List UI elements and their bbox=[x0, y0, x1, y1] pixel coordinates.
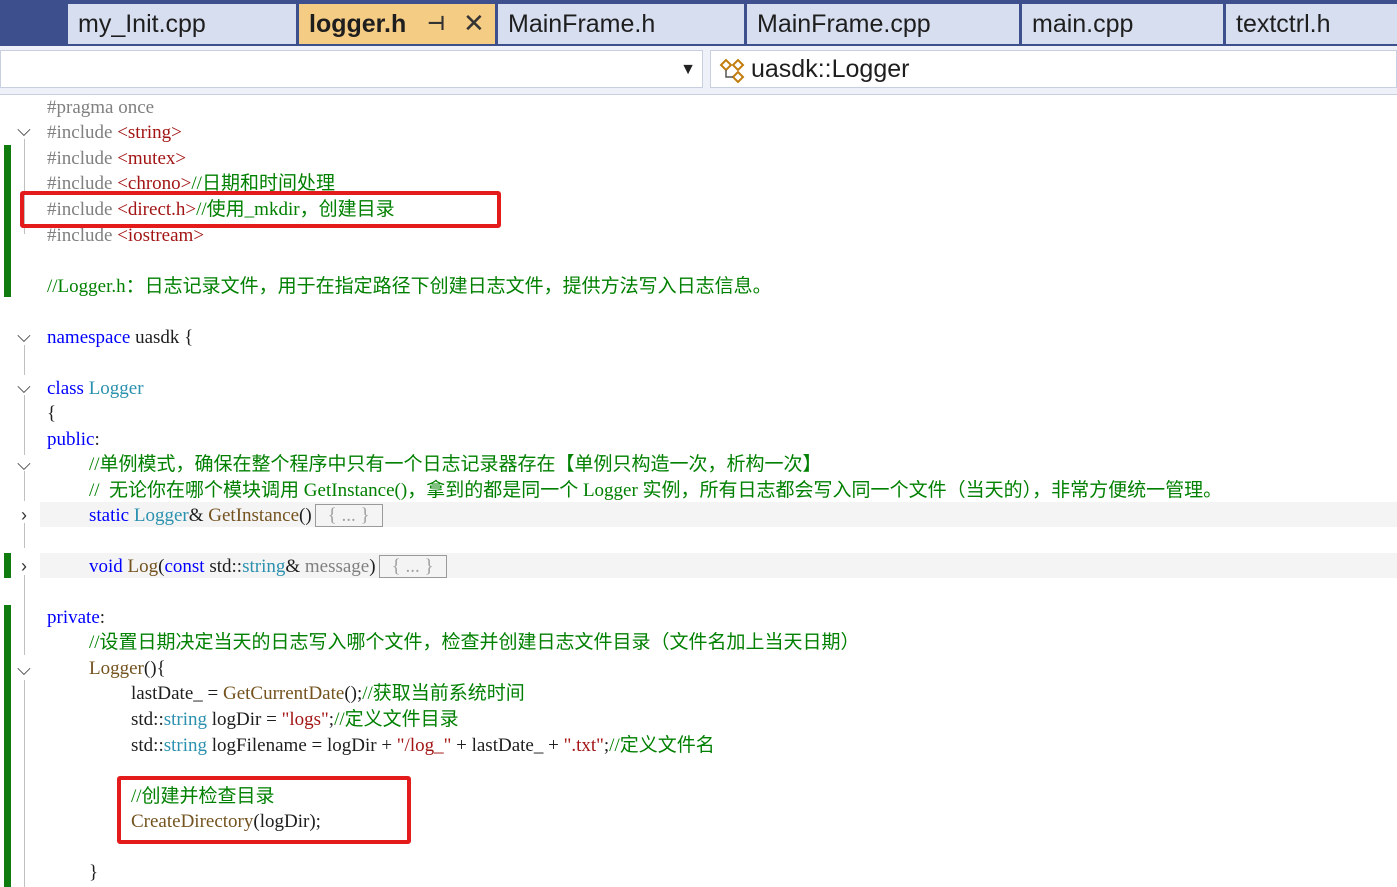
tab-logger-h[interactable]: logger.h ⊣ ✕ bbox=[299, 4, 495, 44]
fold-chevron-down-icon[interactable]: ⌵ bbox=[14, 659, 34, 679]
tab-label: my_Init.cpp bbox=[78, 10, 206, 38]
outline-guide bbox=[24, 395, 25, 455]
change-indicator bbox=[4, 553, 11, 578]
fold-chevron-down-icon[interactable]: ⌵ bbox=[14, 454, 34, 474]
navigation-bar: ▼ uasdk::Logger bbox=[0, 46, 1397, 95]
fold-chevron-right-icon[interactable]: › bbox=[14, 505, 34, 525]
code-line: class Logger bbox=[47, 378, 144, 399]
tab-label: main.cpp bbox=[1032, 10, 1134, 38]
pin-icon[interactable]: ⊣ bbox=[427, 4, 445, 44]
code-editor[interactable]: ⌵ ⌵ ⌵ ⌵ › › ⌵ #pragma once #include <str… bbox=[0, 95, 1397, 887]
code-line: // 无论你在哪个模块调用 GetInstance()，拿到的都是同一个 Log… bbox=[89, 480, 1223, 501]
tab-label: MainFrame.cpp bbox=[757, 10, 931, 38]
fold-chevron-down-icon[interactable]: ⌵ bbox=[14, 377, 34, 397]
change-indicator bbox=[4, 145, 11, 297]
code-line: //Logger.h：日志记录文件，用于在指定路径下创建日志文件，提供方法写入日… bbox=[47, 276, 772, 297]
code-line: #include <mutex> bbox=[47, 148, 187, 169]
outline-guide bbox=[24, 345, 25, 375]
fold-chevron-right-icon[interactable]: › bbox=[14, 556, 34, 576]
chevron-down-icon: ▼ bbox=[680, 61, 696, 78]
code-line: #include <string> bbox=[47, 122, 182, 143]
change-indicator bbox=[4, 605, 11, 887]
close-icon[interactable]: ✕ bbox=[463, 4, 485, 43]
tab-label: textctrl.h bbox=[1236, 10, 1331, 38]
outline-guide bbox=[24, 523, 25, 548]
tab-my-init-cpp[interactable]: my_Init.cpp bbox=[68, 4, 296, 44]
collapsed-block[interactable]: { ... } bbox=[378, 555, 447, 578]
code-line: #pragma once bbox=[47, 97, 155, 118]
tab-textctrl-h[interactable]: textctrl.h bbox=[1226, 4, 1397, 44]
red-highlight-box bbox=[117, 776, 411, 844]
tab-mainframe-cpp[interactable]: MainFrame.cpp bbox=[747, 4, 1019, 44]
tab-main-cpp[interactable]: main.cpp bbox=[1022, 4, 1223, 44]
tab-mainframe-h[interactable]: MainFrame.h bbox=[498, 4, 744, 44]
scope-dropdown[interactable]: ▼ bbox=[0, 50, 703, 88]
outline-guide bbox=[24, 575, 25, 655]
editor-tab-strip: my_Init.cpp logger.h ⊣ ✕ MainFrame.h Mai… bbox=[0, 0, 1397, 46]
code-line: static Logger& GetInstance(){ ... } bbox=[89, 503, 383, 528]
code-line: //设置日期决定当天的日志写入哪个文件，检查并创建日志文件目录（文件名加上当天日… bbox=[89, 632, 860, 653]
code-line: lastDate_ = GetCurrentDate();//获取当前系统时间 bbox=[131, 683, 525, 704]
red-highlight-box bbox=[20, 191, 501, 228]
code-line: Logger(){ bbox=[89, 658, 166, 679]
code-line: public: bbox=[47, 429, 100, 450]
code-line: //单例模式，确保在整个程序中只有一个日志记录器存在【单例只构造一次，析构一次】 bbox=[89, 454, 822, 475]
fold-chevron-down-icon[interactable]: ⌵ bbox=[14, 326, 34, 346]
outline-guide bbox=[24, 680, 25, 887]
outline-guide bbox=[24, 471, 25, 501]
code-line: private: bbox=[47, 607, 106, 628]
fold-chevron-down-icon[interactable]: ⌵ bbox=[14, 120, 34, 140]
code-line: std::string logDir = "logs";//定义文件目录 bbox=[131, 709, 459, 730]
member-dropdown-label: uasdk::Logger bbox=[751, 55, 910, 83]
code-line: { bbox=[47, 403, 57, 424]
tab-label: logger.h bbox=[309, 10, 407, 38]
member-dropdown[interactable]: uasdk::Logger bbox=[710, 50, 1397, 88]
tab-label: MainFrame.h bbox=[508, 10, 656, 38]
class-icon bbox=[719, 58, 745, 84]
code-line: void Log(const std::string& message){ ..… bbox=[89, 554, 447, 579]
code-line: namespace uasdk { bbox=[47, 327, 194, 348]
collapsed-block[interactable]: { ... } bbox=[314, 504, 383, 527]
code-line: std::string logFilename = logDir + "/log… bbox=[131, 735, 715, 756]
code-line: } bbox=[89, 862, 99, 883]
